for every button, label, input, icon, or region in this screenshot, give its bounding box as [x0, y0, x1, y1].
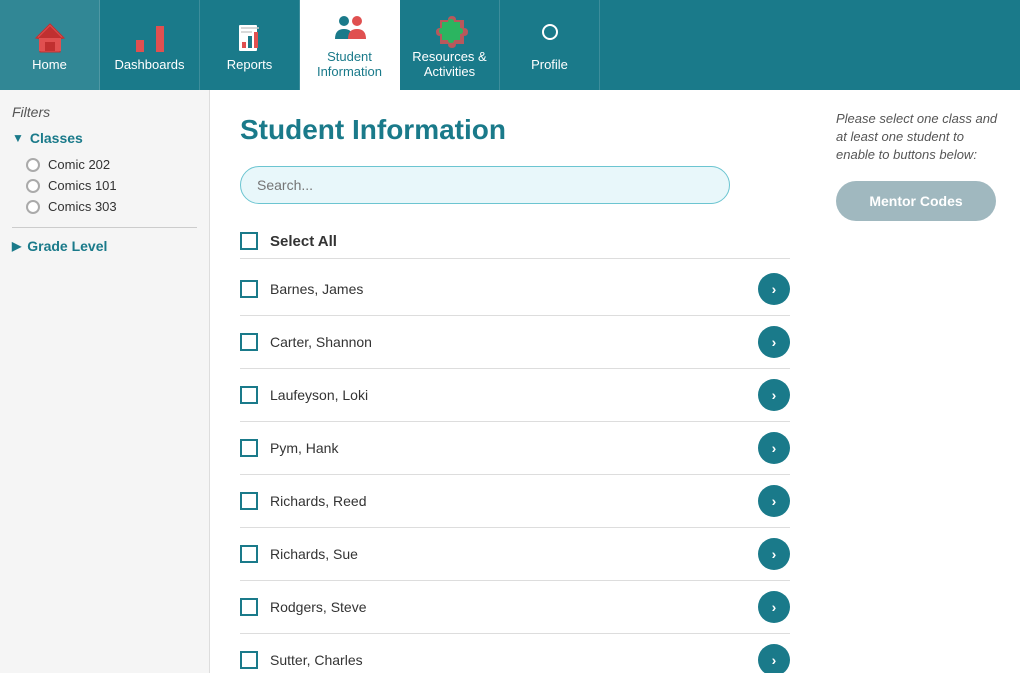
- profile-icon: [531, 19, 569, 57]
- student-detail-button-5[interactable]: ›: [758, 538, 790, 570]
- student-name: Rodgers, Steve: [270, 599, 367, 615]
- table-row: Rodgers, Steve ›: [240, 581, 790, 634]
- table-row: Richards, Sue ›: [240, 528, 790, 581]
- student-checkbox-4[interactable]: [240, 492, 258, 510]
- student-left: Barnes, James: [240, 280, 363, 298]
- student-checkbox-3[interactable]: [240, 439, 258, 457]
- student-information-icon: [331, 11, 369, 49]
- nav-dashboards-label: Dashboards: [114, 57, 184, 72]
- classes-section-header[interactable]: ▼ Classes: [12, 130, 197, 146]
- nav-bar: Home Dashboards Reports: [0, 0, 1020, 90]
- student-name: Barnes, James: [270, 281, 363, 297]
- nav-reports[interactable]: Reports: [200, 0, 300, 90]
- page-title: Student Information: [240, 114, 790, 146]
- student-name: Carter, Shannon: [270, 334, 372, 350]
- student-checkbox-6[interactable]: [240, 598, 258, 616]
- table-row: Pym, Hank ›: [240, 422, 790, 475]
- student-detail-button-4[interactable]: ›: [758, 485, 790, 517]
- search-input[interactable]: [240, 166, 730, 204]
- student-left: Rodgers, Steve: [240, 598, 367, 616]
- class-radio-comics-303: [26, 200, 40, 214]
- nav-student-information[interactable]: StudentInformation: [300, 0, 400, 90]
- student-detail-button-7[interactable]: ›: [758, 644, 790, 673]
- nav-home[interactable]: Home: [0, 0, 100, 90]
- table-row: Carter, Shannon ›: [240, 316, 790, 369]
- student-checkbox-0[interactable]: [240, 280, 258, 298]
- main-layout: Filters ▼ Classes Comic 202Comics 101Com…: [0, 90, 1020, 673]
- sidebar-class-comics-303[interactable]: Comics 303: [12, 196, 197, 217]
- student-left: Richards, Reed: [240, 492, 367, 510]
- student-checkbox-2[interactable]: [240, 386, 258, 404]
- grade-level-label: Grade Level: [27, 238, 107, 254]
- resources-activities-icon: [431, 11, 469, 49]
- nav-profile[interactable]: Profile: [500, 0, 600, 90]
- right-panel: Please select one class and at least one…: [820, 90, 1020, 673]
- table-row: Sutter, Charles ›: [240, 634, 790, 673]
- nav-profile-label: Profile: [531, 57, 568, 72]
- student-detail-button-6[interactable]: ›: [758, 591, 790, 623]
- select-all-row: Select All: [240, 224, 790, 259]
- filters-label: Filters: [12, 104, 197, 120]
- student-name: Richards, Reed: [270, 493, 367, 509]
- student-name: Pym, Hank: [270, 440, 338, 456]
- nav-student-information-label: StudentInformation: [317, 49, 382, 79]
- student-checkbox-1[interactable]: [240, 333, 258, 351]
- sidebar-divider: [12, 227, 197, 228]
- student-name: Sutter, Charles: [270, 652, 363, 668]
- table-row: Richards, Reed ›: [240, 475, 790, 528]
- dashboards-icon: [131, 19, 169, 57]
- student-checkbox-5[interactable]: [240, 545, 258, 563]
- select-all-checkbox[interactable]: [240, 232, 258, 250]
- class-list: Comic 202Comics 101Comics 303: [12, 154, 197, 217]
- reports-icon: [231, 19, 269, 57]
- student-name: Laufeyson, Loki: [270, 387, 368, 403]
- nav-resources-activities[interactable]: Resources &Activities: [400, 0, 500, 90]
- table-row: Barnes, James ›: [240, 263, 790, 316]
- nav-home-label: Home: [32, 57, 67, 72]
- home-icon: [31, 19, 69, 57]
- student-left: Pym, Hank: [240, 439, 338, 457]
- nav-reports-label: Reports: [227, 57, 273, 72]
- chevron-down-icon: ▼: [12, 131, 24, 145]
- classes-label: Classes: [30, 130, 83, 146]
- mentor-codes-button[interactable]: Mentor Codes: [836, 181, 996, 221]
- student-left: Laufeyson, Loki: [240, 386, 368, 404]
- student-list: Barnes, James › Carter, Shannon › Laufey…: [240, 263, 790, 673]
- select-all-label: Select All: [270, 233, 337, 250]
- student-name: Richards, Sue: [270, 546, 358, 562]
- student-detail-button-2[interactable]: ›: [758, 379, 790, 411]
- chevron-right-icon: ▶: [12, 239, 21, 253]
- student-left: Carter, Shannon: [240, 333, 372, 351]
- hint-text: Please select one class and at least one…: [836, 110, 1004, 165]
- student-detail-button-3[interactable]: ›: [758, 432, 790, 464]
- table-row: Laufeyson, Loki ›: [240, 369, 790, 422]
- student-left: Sutter, Charles: [240, 651, 363, 669]
- sidebar-class-comic-202[interactable]: Comic 202: [12, 154, 197, 175]
- main-content: Student Information Select All Barnes, J…: [210, 90, 820, 673]
- grade-level-section-header[interactable]: ▶ Grade Level: [12, 238, 197, 254]
- student-detail-button-0[interactable]: ›: [758, 273, 790, 305]
- sidebar-class-comics-101[interactable]: Comics 101: [12, 175, 197, 196]
- nav-dashboards[interactable]: Dashboards: [100, 0, 200, 90]
- student-detail-button-1[interactable]: ›: [758, 326, 790, 358]
- student-left: Richards, Sue: [240, 545, 358, 563]
- class-radio-comic-202: [26, 158, 40, 172]
- student-checkbox-7[interactable]: [240, 651, 258, 669]
- nav-resources-activities-label: Resources &Activities: [412, 49, 486, 79]
- class-radio-comics-101: [26, 179, 40, 193]
- sidebar: Filters ▼ Classes Comic 202Comics 101Com…: [0, 90, 210, 673]
